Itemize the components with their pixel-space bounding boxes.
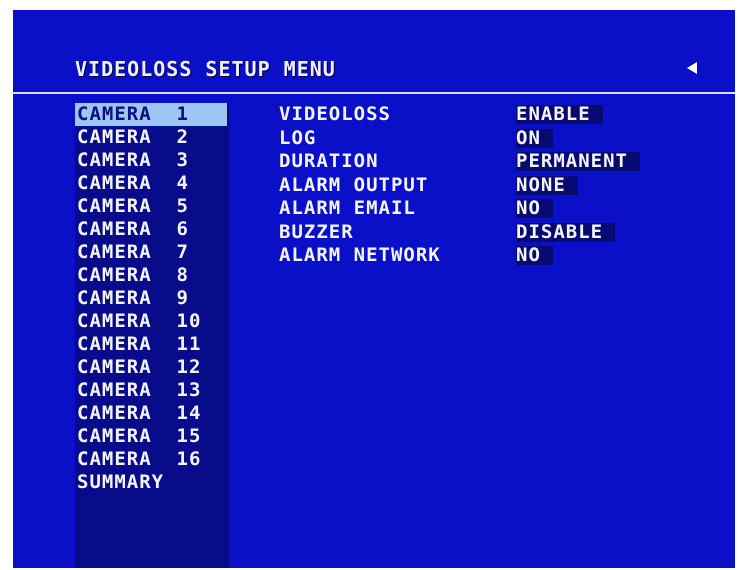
camera-item-13[interactable]: CAMERA 13 [75, 379, 229, 402]
setting-alarm-email: ALARM EMAIL NO [279, 197, 699, 221]
camera-item-5[interactable]: CAMERA 5 [75, 195, 229, 218]
setting-duration: DURATION PERMANENT [279, 150, 699, 174]
setting-value-videoloss[interactable]: ENABLE [516, 105, 603, 124]
setting-label: LOG [279, 126, 317, 149]
setting-label: DURATION [279, 150, 379, 172]
camera-item-1[interactable]: CAMERA 1 [75, 103, 227, 126]
osd-screen: VIDEOLOSS SETUP MENU CAMERA 1 CAMERA 2 C… [13, 10, 735, 568]
header-divider [13, 92, 735, 94]
setting-alarm-network: ALARM NETWORK NO [279, 244, 699, 268]
setting-buzzer: BUZZER DISABLE [279, 221, 699, 245]
camera-item-3[interactable]: CAMERA 3 [75, 149, 229, 172]
setting-label: ALARM NETWORK [279, 244, 441, 266]
setting-label: BUZZER [279, 220, 354, 243]
setting-videoloss: VIDEOLOSS ENABLE [279, 103, 699, 127]
setting-value-log[interactable]: ON [516, 128, 553, 148]
camera-item-11[interactable]: CAMERA 11 [75, 333, 229, 356]
camera-list: CAMERA 1 CAMERA 2 CAMERA 3 CAMERA 4 CAME… [75, 103, 229, 568]
camera-item-6[interactable]: CAMERA 6 [75, 218, 229, 241]
camera-item-16[interactable]: CAMERA 16 [75, 448, 229, 471]
camera-item-2[interactable]: CAMERA 2 [75, 126, 229, 149]
camera-item-7[interactable]: CAMERA 7 [75, 241, 229, 264]
camera-item-15[interactable]: CAMERA 15 [75, 425, 229, 448]
setting-label: ALARM OUTPUT [279, 173, 429, 196]
setting-value-buzzer[interactable]: DISABLE [516, 222, 616, 242]
setting-value-alarm-email[interactable]: NO [516, 199, 553, 218]
setting-value-alarm-network[interactable]: NO [516, 246, 553, 265]
camera-item-9[interactable]: CAMERA 9 [75, 287, 229, 310]
videoloss-settings: VIDEOLOSS ENABLE LOG ON DURATION PERMANE… [279, 103, 699, 268]
summary-item[interactable]: SUMMARY [75, 471, 229, 494]
setting-label: ALARM EMAIL [279, 197, 416, 219]
camera-item-14[interactable]: CAMERA 14 [75, 402, 229, 425]
setting-alarm-output: ALARM OUTPUT NONE [279, 174, 699, 198]
camera-item-10[interactable]: CAMERA 10 [75, 310, 229, 333]
setting-log: LOG ON [279, 127, 699, 151]
setting-value-duration[interactable]: PERMANENT [516, 152, 640, 171]
back-arrow-icon[interactable] [687, 62, 697, 74]
camera-item-12[interactable]: CAMERA 12 [75, 356, 229, 379]
camera-item-8[interactable]: CAMERA 8 [75, 264, 229, 287]
setting-label: VIDEOLOSS [279, 103, 391, 125]
menu-title: VIDEOLOSS SETUP MENU [75, 57, 336, 81]
camera-item-4[interactable]: CAMERA 4 [75, 172, 229, 195]
setting-value-alarm-output[interactable]: NONE [516, 175, 578, 195]
